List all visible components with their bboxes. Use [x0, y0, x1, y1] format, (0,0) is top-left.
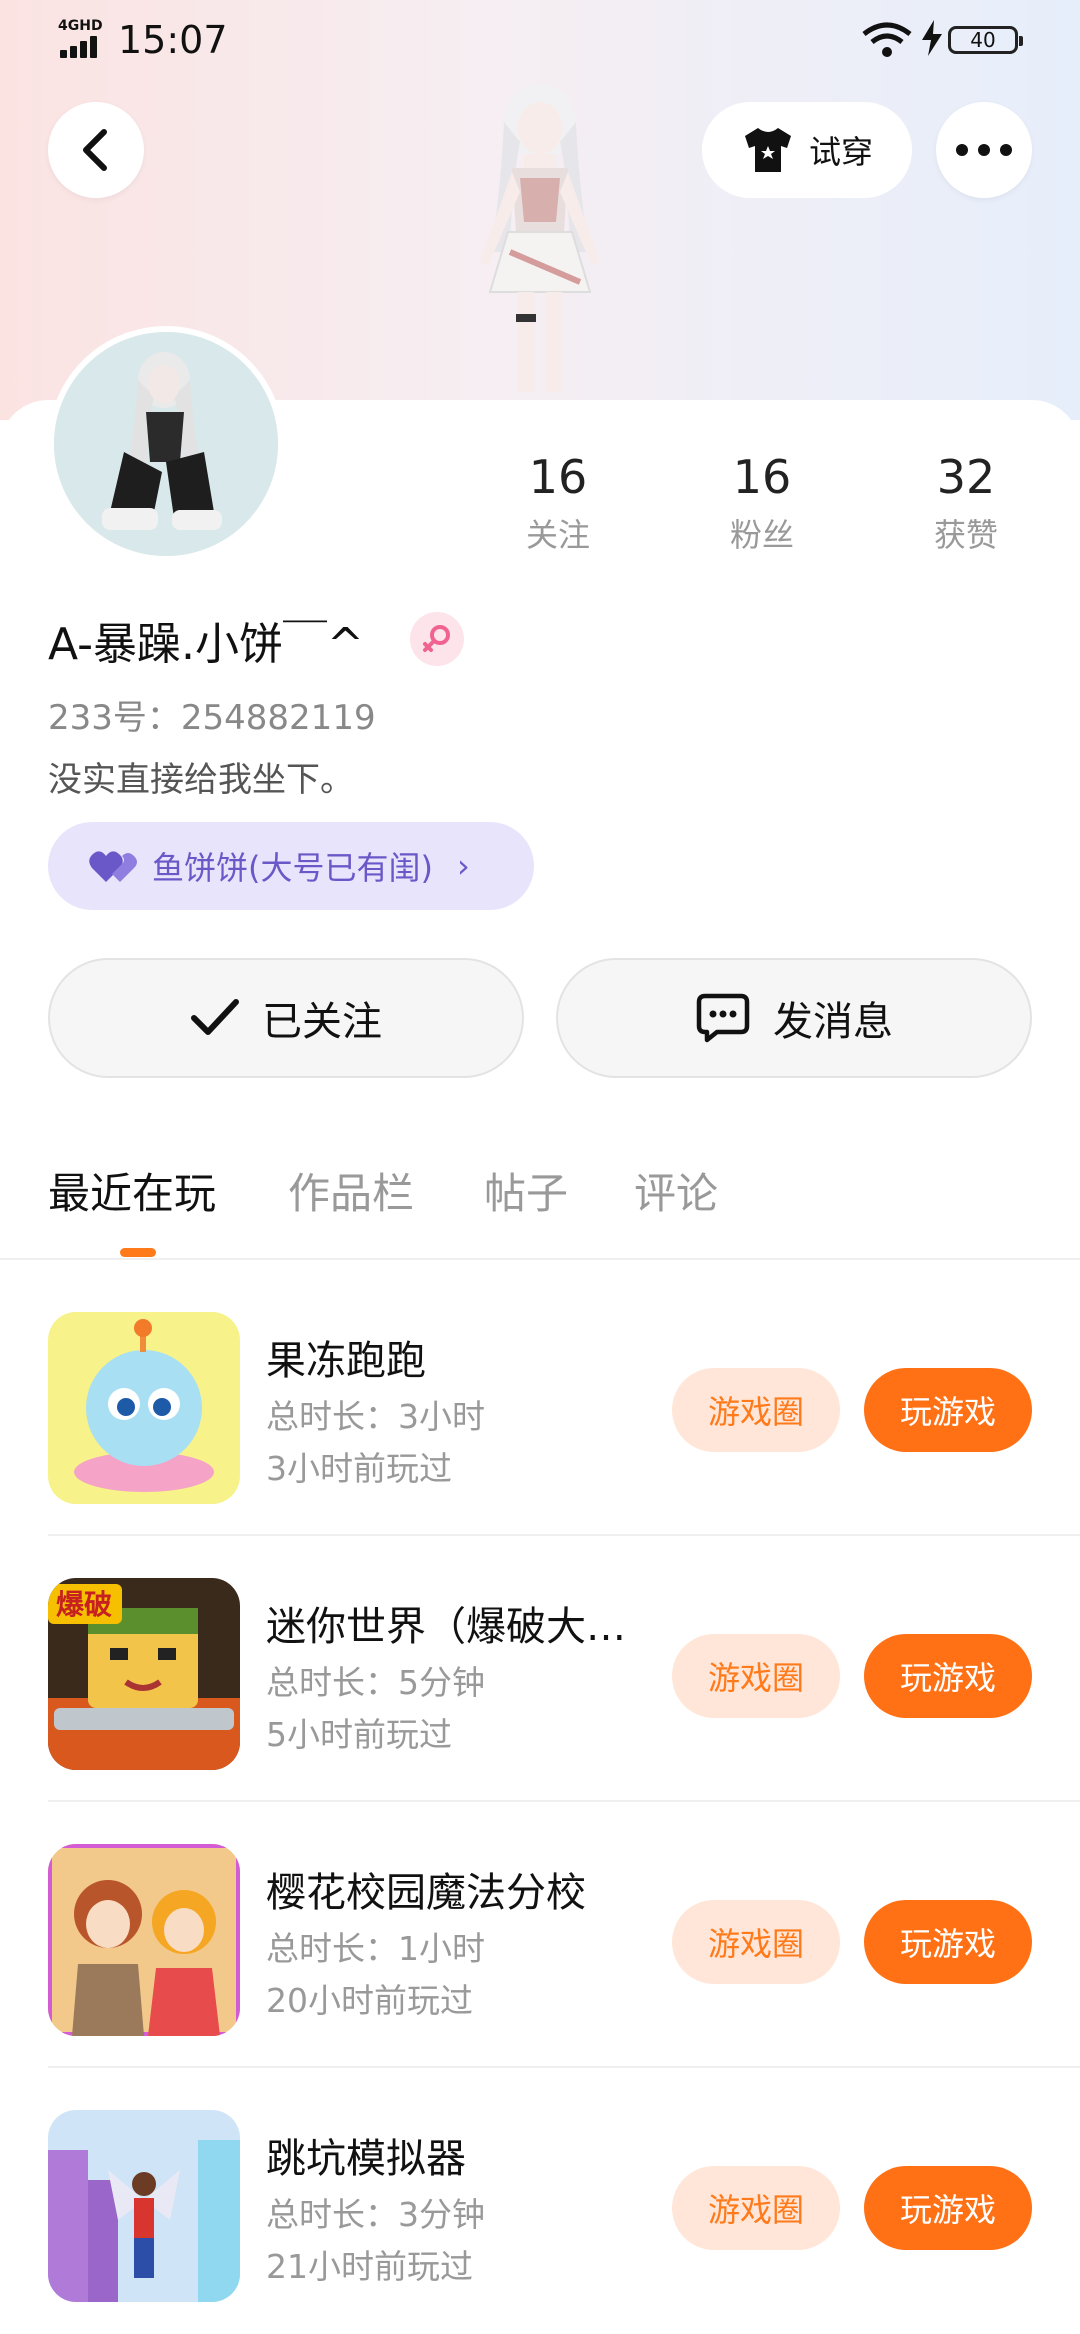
profile-name: A-暴躁.小饼￣^: [48, 619, 364, 670]
tab-comments[interactable]: 评论: [634, 1160, 718, 1221]
list-item[interactable]: 跳坑模拟器 总时长：3分钟 21小时前玩过 游戏圈 玩游戏: [0, 2068, 1080, 2334]
stat-followers[interactable]: 16 粉丝: [682, 450, 842, 556]
game-duration: 总时长：3分钟: [266, 2195, 485, 2234]
checkmark-icon: [191, 999, 239, 1035]
back-arrow-icon: [83, 129, 107, 171]
game-title: 樱花校园魔法分校: [266, 1870, 586, 1916]
stat-following[interactable]: 16 关注: [478, 450, 638, 556]
play-game-button[interactable]: 玩游戏: [864, 1900, 1032, 1984]
play-game-button[interactable]: 玩游戏: [864, 2166, 1032, 2250]
chat-bubble-icon: [696, 993, 750, 1043]
game-icon-jump-pit[interactable]: [48, 2110, 240, 2302]
network-type: 4GHD: [58, 18, 103, 34]
game-title: 跳坑模拟器: [266, 2136, 466, 2182]
back-button[interactable]: [48, 102, 144, 198]
try-on-button[interactable]: 试穿: [702, 102, 912, 198]
game-last-played: 20小时前玩过: [266, 1981, 473, 2020]
user-id: 233号：254882119: [48, 698, 376, 738]
stat-value: 16: [528, 450, 588, 504]
club-name: 鱼饼饼(大号已有闺): [152, 849, 433, 887]
stat-label: 获赞: [933, 516, 998, 554]
stat-likes[interactable]: 32 获赞: [886, 450, 1046, 556]
try-on-label: 试穿: [808, 133, 873, 171]
tshirt-icon: [744, 128, 791, 172]
double-heart-icon: [89, 851, 137, 882]
game-last-played: 5小时前玩过: [266, 1715, 452, 1754]
tab-divider: [0, 1258, 1080, 1260]
play-game-button[interactable]: 玩游戏: [864, 1368, 1032, 1452]
more-options-button[interactable]: [936, 102, 1032, 198]
followed-button[interactable]: 已关注: [48, 958, 524, 1078]
svg-text:爆破: 爆破: [56, 1588, 112, 1621]
stat-label: 关注: [525, 516, 590, 554]
more-dots-icon: [956, 144, 1012, 156]
tab-works[interactable]: 作品栏: [288, 1160, 414, 1221]
chevron-right-icon: ›: [456, 847, 470, 885]
game-last-played: 21小时前玩过: [266, 2247, 473, 2286]
battery-indicator: 40: [948, 26, 1023, 54]
profile-tabs: 最近在玩 作品栏 帖子 评论: [0, 1160, 1080, 1260]
female-gender-icon: [410, 612, 464, 666]
game-duration: 总时长：5分钟: [266, 1663, 485, 1702]
charging-icon: [922, 20, 942, 56]
game-circle-button[interactable]: 游戏圈: [672, 2166, 840, 2250]
game-duration: 总时长：1小时: [266, 1929, 485, 1968]
game-icon-jelly-run[interactable]: [48, 1312, 240, 1504]
avatar-character-figure: [480, 84, 600, 392]
tab-posts[interactable]: 帖子: [484, 1160, 568, 1221]
clock: 15:07: [118, 18, 228, 62]
stat-label: 粉丝: [729, 516, 794, 554]
stat-value: 32: [936, 450, 996, 504]
play-game-button[interactable]: 玩游戏: [864, 1634, 1032, 1718]
list-item[interactable]: 樱花校园魔法分校 总时长：1小时 20小时前玩过 游戏圈 玩游戏: [0, 1802, 1080, 2068]
send-message-button[interactable]: 发消息: [556, 958, 1032, 1078]
game-circle-button[interactable]: 游戏圈: [672, 1900, 840, 1984]
list-item[interactable]: 爆破 迷你世界（爆破大… 总时长：5分钟 5小时前玩过 游戏圈 玩游戏: [0, 1536, 1080, 1802]
club-badge-button[interactable]: 鱼饼饼(大号已有闺) ›: [48, 822, 534, 910]
game-last-played: 3小时前玩过: [266, 1449, 452, 1488]
followed-label: 已关注: [262, 999, 382, 1045]
status-bar: 4GHD 15:07 40: [0, 0, 1080, 80]
game-icon-sakura-school[interactable]: [48, 1844, 240, 2036]
send-message-label: 发消息: [773, 999, 893, 1045]
game-title: 果冻跑跑: [266, 1338, 426, 1384]
avatar-image: [54, 332, 278, 556]
stat-value: 16: [732, 450, 792, 504]
avatar[interactable]: [48, 326, 284, 562]
tab-recently-played[interactable]: 最近在玩: [48, 1160, 216, 1221]
active-tab-indicator: [120, 1248, 156, 1257]
profile-bio: 没实直接给我坐下。: [48, 760, 354, 800]
game-circle-button[interactable]: 游戏圈: [672, 1368, 840, 1452]
list-item[interactable]: 果冻跑跑 总时长：3小时 3小时前玩过 游戏圈 玩游戏: [0, 1270, 1080, 1536]
wifi-icon: [862, 22, 912, 57]
game-title: 迷你世界（爆破大…: [266, 1604, 626, 1650]
game-icon-mini-world[interactable]: 爆破: [48, 1578, 240, 1770]
signal-icon: [60, 36, 106, 58]
game-circle-button[interactable]: 游戏圈: [672, 1634, 840, 1718]
game-duration: 总时长：3小时: [266, 1397, 485, 1436]
